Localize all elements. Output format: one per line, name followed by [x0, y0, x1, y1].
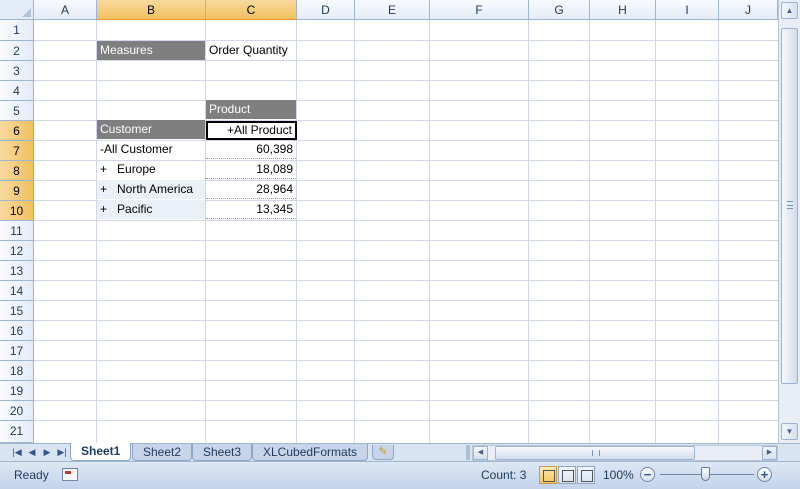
- gridline: [34, 400, 778, 401]
- gridline: [34, 220, 778, 221]
- horizontal-scrollbar[interactable]: ◀ ▶: [472, 445, 778, 461]
- cell-c5-product-label[interactable]: Product: [206, 100, 296, 119]
- tab-sheet1[interactable]: Sheet1: [70, 443, 132, 461]
- column-header-h[interactable]: H: [590, 0, 656, 20]
- select-all-corner[interactable]: [0, 0, 34, 20]
- column-header-d[interactable]: D: [297, 0, 355, 20]
- cell-c8-row-value[interactable]: 18,089: [206, 160, 296, 179]
- plus-icon[interactable]: +: [757, 467, 772, 482]
- page-break-view-icon[interactable]: [577, 466, 595, 484]
- gridline: [34, 100, 778, 101]
- column-header-g[interactable]: G: [529, 0, 590, 20]
- tab-splitter[interactable]: [466, 445, 470, 460]
- row-header-16[interactable]: 16: [0, 321, 34, 341]
- cell-b9-row-label[interactable]: + North America: [97, 180, 205, 199]
- grip-icon: [592, 450, 600, 456]
- status-bar: Ready Count: 3 100% − +: [0, 461, 800, 489]
- cell-c10-row-value[interactable]: 13,345: [206, 200, 296, 219]
- sheet-tab-bar: |◀ ◀ ▶ ▶| XLCubedFormats Sheet3 Sheet2 S…: [0, 443, 800, 461]
- cell-b2-measures-label[interactable]: Measures: [97, 41, 205, 60]
- scroll-right-icon[interactable]: ▶: [762, 446, 777, 460]
- cell-c7-row-value[interactable]: 60,398: [206, 140, 296, 159]
- cell-b6-customer-label[interactable]: Customer: [97, 120, 205, 139]
- row-header-18[interactable]: 18: [0, 361, 34, 381]
- gridline: [34, 420, 778, 421]
- vertical-scroll-thumb[interactable]: [781, 28, 798, 384]
- prev-sheet-icon[interactable]: ◀: [25, 445, 39, 460]
- column-header-b[interactable]: B: [97, 0, 206, 20]
- gridline: [34, 360, 778, 361]
- scroll-left-icon[interactable]: ◀: [473, 446, 488, 460]
- row-header-5[interactable]: 5: [0, 101, 34, 121]
- gridline: [34, 280, 778, 281]
- gridline: [34, 80, 778, 81]
- zoom-level[interactable]: 100%: [603, 468, 634, 482]
- row-header-20[interactable]: 20: [0, 401, 34, 421]
- cell-b8-row-label[interactable]: + Europe: [97, 160, 205, 179]
- gridline: [34, 340, 778, 341]
- cell-c2-measures-value[interactable]: Order Quantity: [206, 41, 300, 60]
- zoom-slider-thumb[interactable]: [701, 467, 710, 481]
- gridline: [34, 300, 778, 301]
- column-header-i[interactable]: I: [656, 0, 719, 20]
- vertical-scrollbar[interactable]: ▲ ▼: [778, 0, 800, 443]
- row-header-2[interactable]: 2: [0, 41, 34, 61]
- row-header-12[interactable]: 12: [0, 241, 34, 261]
- row-header-4[interactable]: 4: [0, 81, 34, 101]
- insert-sheet-icon[interactable]: ✎: [372, 445, 394, 460]
- status-ready: Ready: [14, 468, 49, 482]
- cell-b7-row-label[interactable]: -All Customer: [97, 140, 205, 159]
- select-all-triangle-icon: [22, 8, 31, 17]
- row-header-15[interactable]: 15: [0, 301, 34, 321]
- row-header-21[interactable]: 21: [0, 421, 34, 443]
- next-sheet-icon[interactable]: ▶: [40, 445, 54, 460]
- column-header-a[interactable]: A: [34, 0, 97, 20]
- tab-sheet3[interactable]: Sheet3: [192, 444, 253, 461]
- tab-sheet2[interactable]: Sheet2: [132, 444, 193, 461]
- scroll-down-icon[interactable]: ▼: [781, 423, 798, 440]
- row-header-17[interactable]: 17: [0, 341, 34, 361]
- column-header-j[interactable]: J: [719, 0, 778, 20]
- column-header-e[interactable]: E: [355, 0, 430, 20]
- grip-icon: [787, 201, 793, 209]
- gridline: [34, 240, 778, 241]
- minus-icon[interactable]: −: [640, 467, 655, 482]
- horizontal-scroll-thumb[interactable]: [495, 446, 695, 460]
- tab-xlcubedformats[interactable]: XLCubedFormats: [252, 444, 369, 461]
- gridline: [34, 320, 778, 321]
- row-header-7[interactable]: 7: [0, 141, 34, 161]
- column-header-f[interactable]: F: [430, 0, 529, 20]
- worksheet-grid[interactable]: A B C D E F G H I J 1 2 3 4 5 6 7 8 9 10…: [0, 0, 778, 443]
- row-header-14[interactable]: 14: [0, 281, 34, 301]
- column-header-c[interactable]: C: [206, 0, 297, 20]
- cell-b10-row-label[interactable]: + Pacific: [97, 200, 205, 219]
- row-header-1[interactable]: 1: [0, 20, 34, 41]
- cell-c9-row-value[interactable]: 28,964: [206, 180, 296, 199]
- row-header-8[interactable]: 8: [0, 161, 34, 181]
- gridline: [34, 380, 778, 381]
- row-header-13[interactable]: 13: [0, 261, 34, 281]
- status-count: Count: 3: [481, 468, 527, 482]
- gridline: [34, 60, 778, 61]
- row-header-11[interactable]: 11: [0, 221, 34, 241]
- normal-view-icon[interactable]: [539, 466, 557, 484]
- gridline: [34, 260, 778, 261]
- row-header-10[interactable]: 10: [0, 201, 34, 221]
- row-header-6[interactable]: 6: [0, 121, 34, 141]
- row-header-9[interactable]: 9: [0, 181, 34, 201]
- last-sheet-icon[interactable]: ▶|: [55, 445, 69, 460]
- page-layout-view-icon[interactable]: [558, 466, 576, 484]
- macro-record-icon[interactable]: [62, 468, 78, 481]
- scroll-up-icon[interactable]: ▲: [781, 2, 798, 19]
- row-header-19[interactable]: 19: [0, 381, 34, 401]
- first-sheet-icon[interactable]: |◀: [10, 445, 24, 460]
- cell-c6-product-member-active[interactable]: +All Product: [206, 121, 297, 140]
- row-header-3[interactable]: 3: [0, 61, 34, 81]
